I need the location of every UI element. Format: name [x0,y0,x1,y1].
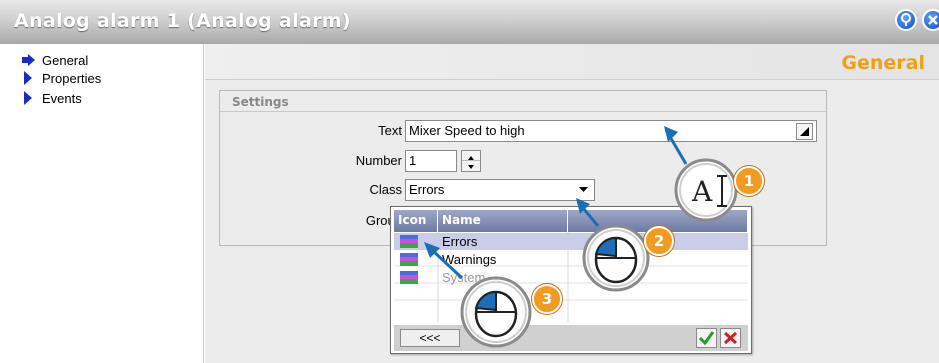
alarm-class-icon [400,253,418,266]
group-label: Group [365,213,402,228]
help-icon[interactable] [895,9,917,31]
alarm-class-icon [400,235,418,248]
section-title: General [841,52,925,74]
window-title: Analog alarm 1 (Analog alarm) [14,10,351,32]
sidebar-item-label: General [42,52,89,68]
col-name: Name [438,210,568,232]
col-icon: Icon [394,210,438,232]
number-field[interactable]: 1 [405,150,457,172]
number-stepper[interactable] [461,150,481,172]
sidebar: General Properties Events [0,44,204,363]
callout-2: 2 [568,196,698,306]
pointer-arrow-icon [424,242,440,258]
number-label: Number [355,153,402,168]
sidebar-item-general[interactable]: General [22,52,88,68]
step-badge: 3 [532,284,562,314]
alarm-class-icon [400,271,418,284]
triangle-right-icon [24,91,32,105]
text-expand-button[interactable] [796,123,813,140]
arrow-right-icon [22,54,35,66]
class-select[interactable]: Errors [405,179,595,201]
settings-title: Settings [232,95,289,109]
sidebar-item-label: Events [42,90,82,106]
callout-3: 3 [432,250,582,360]
step-badge: 1 [734,166,764,196]
title-bar: Analog alarm 1 (Analog alarm) [0,0,939,44]
close-icon[interactable] [922,9,939,31]
sidebar-item-label: Properties [42,70,102,86]
triangle-right-icon [24,71,32,85]
x-icon[interactable] [720,328,741,348]
text-label: Text [378,123,402,138]
sidebar-item-properties[interactable]: Properties [22,70,101,86]
checkmark-icon[interactable] [696,328,717,348]
section-header: General [205,44,939,80]
list-item-label: Errors [442,234,478,249]
settings-divider [220,111,826,112]
class-label: Class [369,182,402,197]
sidebar-item-events[interactable]: Events [22,90,82,106]
step-badge: 2 [644,226,674,256]
